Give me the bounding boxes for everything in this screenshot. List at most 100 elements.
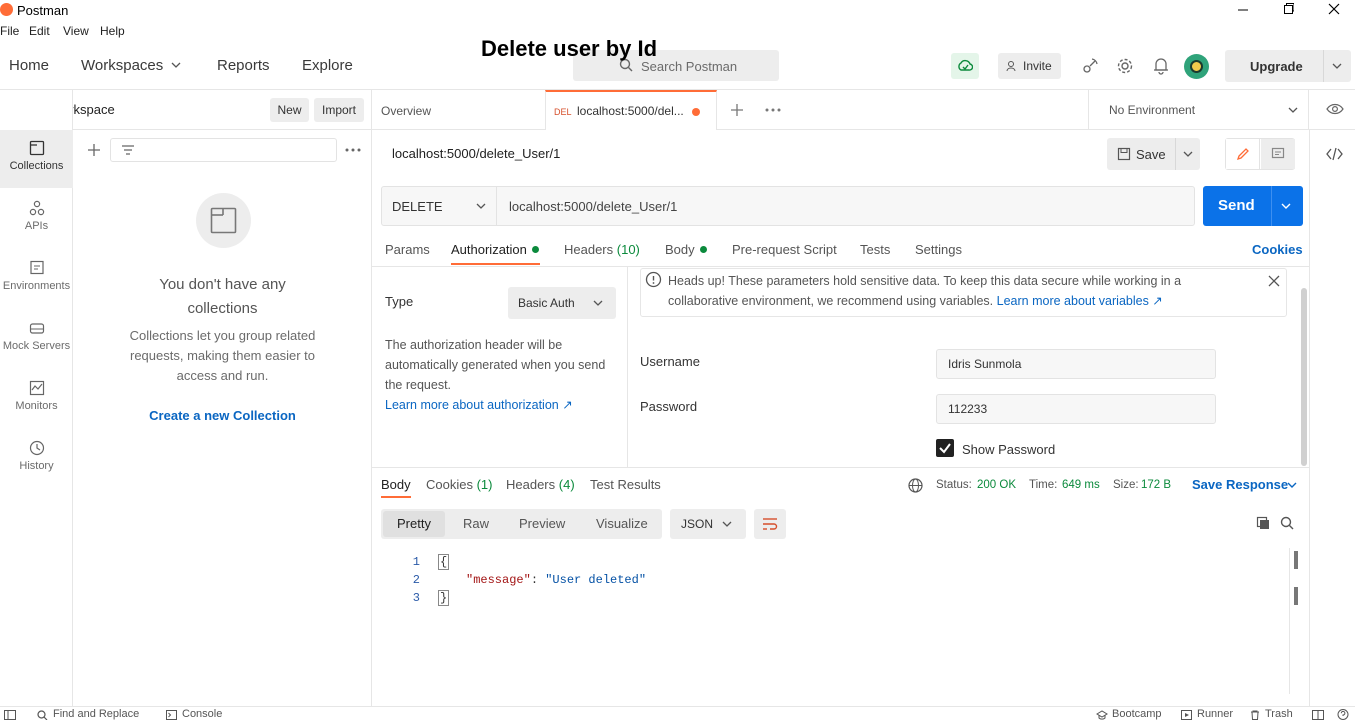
minimize-icon[interactable]	[1237, 2, 1249, 16]
chevron-down-icon[interactable]	[1288, 106, 1298, 114]
size-value[interactable]: 172 B	[1141, 479, 1171, 491]
username-field[interactable]: Idris Sunmola	[936, 349, 1216, 379]
console-button[interactable]: Console	[182, 708, 222, 720]
menu-view[interactable]: View	[63, 24, 89, 38]
send-button[interactable]: Send	[1203, 186, 1303, 226]
sidebar-item-monitors[interactable]: Monitors	[0, 370, 73, 428]
status-value[interactable]: 200 OK	[977, 479, 1016, 491]
tab-prerequest-script[interactable]: Pre-request Script	[732, 242, 837, 257]
nav-reports[interactable]: Reports	[217, 57, 270, 74]
view-pretty[interactable]: Pretty	[397, 516, 431, 531]
empty-collections-title: You don't have any collections	[73, 273, 372, 321]
close-icon[interactable]	[1268, 275, 1280, 287]
request-tabs-bar: Overview DEL localhost:5000/del... No En…	[372, 90, 1355, 130]
nav-explore[interactable]: Explore	[302, 57, 353, 74]
copy-icon[interactable]	[1256, 516, 1270, 530]
view-visualize[interactable]: Visualize	[596, 516, 648, 531]
save-icon	[1117, 147, 1131, 161]
tab-headers[interactable]: Headers (10)	[564, 242, 640, 257]
response-tab-test-results[interactable]: Test Results	[590, 477, 661, 492]
method-select[interactable]: DELETE	[382, 187, 497, 225]
sidebar-item-apis[interactable]: APIs	[0, 190, 73, 248]
sidebar-item-mock-servers[interactable]: Mock Servers	[0, 310, 73, 368]
learn-more-variables-link[interactable]: Learn more about variables ↗	[997, 294, 1163, 308]
more-options-icon[interactable]	[345, 148, 361, 152]
editor-scroll-track	[1289, 548, 1290, 694]
request-title[interactable]: localhost:5000/delete_User/1	[392, 146, 560, 161]
save-button[interactable]: Save	[1107, 138, 1200, 170]
code-icon[interactable]	[1326, 147, 1343, 161]
nav-workspaces[interactable]: Workspaces	[81, 57, 163, 74]
sync-status-icon[interactable]	[951, 53, 979, 79]
runner-button[interactable]: Runner	[1197, 708, 1233, 720]
plus-icon[interactable]	[87, 143, 101, 157]
show-password-checkbox[interactable]	[936, 439, 954, 457]
format-select[interactable]: JSON	[670, 509, 746, 539]
maximize-icon[interactable]	[1282, 2, 1294, 16]
response-body-code[interactable]: { "message": "User deleted" }	[438, 553, 646, 607]
response-tab-cookies[interactable]: Cookies (1)	[426, 477, 492, 492]
auth-scrollbar[interactable]	[1301, 288, 1307, 466]
menu-edit[interactable]: Edit	[29, 24, 50, 38]
wrap-lines-button[interactable]	[754, 509, 786, 539]
tab-body[interactable]: Body	[665, 242, 707, 257]
url-input[interactable]: localhost:5000/delete_User/1	[509, 199, 677, 214]
response-tab-headers[interactable]: Headers (4)	[506, 477, 575, 492]
new-button[interactable]: New	[270, 98, 309, 122]
size-label: Size:	[1113, 479, 1139, 491]
help-icon[interactable]	[1337, 709, 1349, 720]
password-label: Password	[640, 399, 698, 414]
tab-settings[interactable]: Settings	[915, 242, 962, 257]
collections-icon	[29, 140, 44, 156]
invite-button[interactable]: Invite	[998, 53, 1061, 79]
response-active-underline	[381, 496, 411, 498]
sidebar-item-history[interactable]: History	[0, 430, 73, 488]
editor-scroll-marker[interactable]	[1294, 551, 1298, 569]
create-collection-link[interactable]: Create a new Collection	[73, 408, 372, 423]
bootcamp-button[interactable]: Bootcamp	[1112, 708, 1162, 720]
import-button[interactable]: Import	[314, 98, 364, 122]
nav-home[interactable]: Home	[9, 57, 49, 74]
search-icon[interactable]	[1280, 516, 1294, 530]
tab-params[interactable]: Params	[385, 242, 430, 257]
empty-desc-line: requests, making them easier to	[130, 348, 315, 363]
auth-description: The authorization header will be automat…	[385, 335, 605, 415]
sidebar-item-collections[interactable]: Collections	[0, 130, 73, 188]
auth-desc-line: the request.	[385, 378, 452, 392]
chevron-down-icon[interactable]	[171, 61, 181, 69]
tab-authorization[interactable]: Authorization	[451, 242, 539, 257]
view-preview[interactable]: Preview	[519, 516, 565, 531]
menu-file[interactable]: File	[0, 24, 19, 38]
more-tabs-icon[interactable]	[765, 108, 781, 112]
globe-icon[interactable]	[908, 478, 923, 493]
menu-help[interactable]: Help	[100, 24, 125, 38]
response-tab-body[interactable]: Body	[381, 477, 411, 492]
learn-more-authorization-link[interactable]: Learn more about authorization ↗	[385, 395, 605, 415]
environment-select[interactable]: No Environment	[1109, 103, 1195, 117]
find-replace-button[interactable]: Find and Replace	[53, 708, 139, 720]
satellite-icon[interactable]	[1081, 57, 1099, 75]
tab-overview[interactable]: Overview	[381, 104, 431, 118]
bell-icon[interactable]	[1153, 57, 1169, 75]
password-field[interactable]: 112233	[936, 394, 1216, 424]
view-raw[interactable]: Raw	[463, 516, 489, 531]
edit-mode-button[interactable]	[1226, 139, 1260, 169]
sidebar-item-environments[interactable]: Environments	[0, 250, 73, 308]
eye-icon[interactable]	[1326, 103, 1344, 115]
trash-button[interactable]: Trash	[1265, 708, 1293, 720]
collections-filter-input[interactable]	[110, 138, 337, 162]
chevron-down-icon[interactable]	[1287, 481, 1297, 489]
tab-tests[interactable]: Tests	[860, 242, 890, 257]
tab-active-request[interactable]: DEL localhost:5000/del...	[545, 90, 717, 130]
time-value[interactable]: 649 ms	[1062, 479, 1100, 491]
gear-icon[interactable]	[1116, 57, 1134, 75]
close-window-icon[interactable]	[1328, 2, 1340, 16]
save-response-button[interactable]: Save Response	[1192, 477, 1288, 492]
editor-scroll-marker[interactable]	[1294, 587, 1298, 605]
upgrade-button[interactable]: Upgrade	[1225, 50, 1351, 82]
cookies-link[interactable]: Cookies	[1252, 242, 1303, 257]
comments-button[interactable]	[1261, 139, 1295, 169]
auth-type-select[interactable]: Basic Auth	[508, 287, 616, 319]
new-tab-icon[interactable]	[730, 103, 744, 117]
avatar[interactable]	[1184, 54, 1209, 79]
